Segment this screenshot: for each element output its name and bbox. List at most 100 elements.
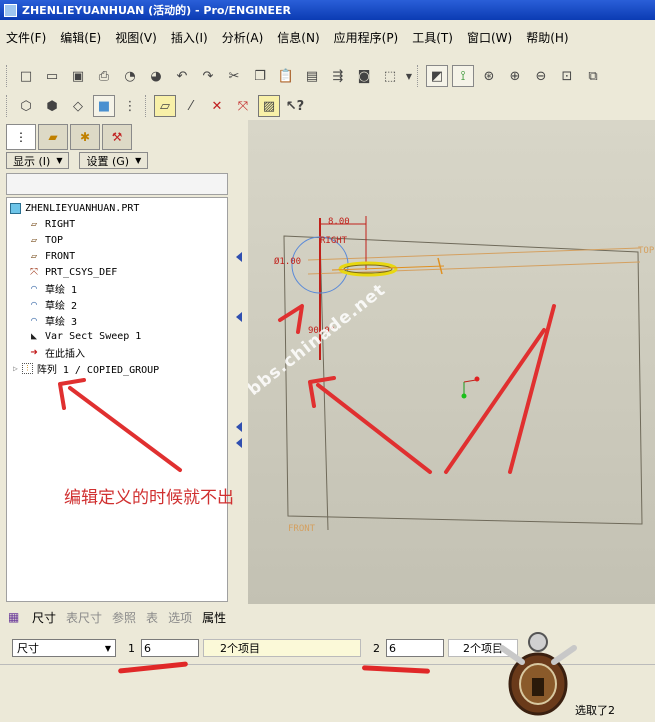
zoom-in-icon[interactable]: ⊕ <box>504 65 526 87</box>
menu-view[interactable]: 视图(V) <box>115 29 157 46</box>
tree-item-sketch-2[interactable]: ⌒ 草绘 2 <box>7 296 227 312</box>
hidden-line-icon[interactable]: ⬢ <box>41 95 63 117</box>
menu-edit[interactable]: 编辑(E) <box>60 29 101 46</box>
menu-tools[interactable]: 工具(T) <box>412 29 453 46</box>
cut-icon[interactable]: ✂ <box>223 65 245 87</box>
paste-icon[interactable]: 📋 <box>275 65 297 87</box>
tab-references[interactable]: 参照 <box>112 609 136 626</box>
tree-item-sketch-3[interactable]: ⌒ 草绘 3 <box>7 312 227 328</box>
email-icon[interactable]: ◕ <box>145 65 167 87</box>
select-box-icon[interactable]: ⬚ <box>379 65 401 87</box>
dimension-diameter[interactable]: Ø1.00 <box>274 257 301 267</box>
coordinate-systems-icon[interactable]: ⤧ <box>232 95 254 117</box>
menu-info[interactable]: 信息(N) <box>277 29 319 46</box>
datum-label-top: TOP <box>638 246 655 256</box>
open-icon[interactable]: ▭ <box>41 65 63 87</box>
tree-item-pattern[interactable]: ▷ ⋮ 阵列 1 / COPIED_GROUP <box>7 360 227 376</box>
tree-filter-box[interactable] <box>6 173 228 195</box>
reorient-icon[interactable]: ⧉ <box>582 65 604 87</box>
datum-planes-icon[interactable]: ▱ <box>154 95 176 117</box>
tree-item-label: TOP <box>45 234 64 246</box>
tab-connections[interactable]: ⚒ <box>102 124 132 150</box>
chevron-down-icon: ▼ <box>56 156 63 165</box>
direction-2-index: 2 <box>373 641 380 655</box>
tab-options[interactable]: 选项 <box>168 609 192 626</box>
dropdown-icon[interactable]: ▼ <box>405 65 413 87</box>
tree-item-sketch-1[interactable]: ⌒ 草绘 1 <box>7 280 227 296</box>
menu-applications[interactable]: 应用程序(P) <box>334 29 399 46</box>
save-icon[interactable]: ▣ <box>67 65 89 87</box>
new-file-icon[interactable]: □ <box>15 65 37 87</box>
tree-item-csys[interactable]: ⤧ PRT_CSYS_DEF <box>7 264 227 280</box>
tree-item-top[interactable]: ▱ TOP <box>7 232 227 248</box>
direction-1-count-input[interactable]: 6 <box>141 639 199 657</box>
tree-item-part[interactable]: ZHENLIEYUANHUAN.PRT <box>7 200 227 216</box>
pattern-type-select[interactable]: 尺寸 ▼ <box>12 639 116 657</box>
graphics-window[interactable]: 8.00 Ø1.00 90.0° RIGHT TOP FRONT bbs.chi… <box>248 120 655 604</box>
panel-button-row: 显示 (I) ▼ 设置 (G) ▼ <box>6 152 149 169</box>
wireframe-icon[interactable]: ⬡ <box>15 95 37 117</box>
refit-icon[interactable]: ⊡ <box>556 65 578 87</box>
expand-arrow-icon[interactable]: ▷ <box>13 364 18 373</box>
display-button-label: 显示 (I) <box>13 154 51 168</box>
datum-display-icon[interactable]: ⟟ <box>452 65 474 87</box>
regenerate-icon[interactable]: ⇶ <box>327 65 349 87</box>
direction-2-count-input[interactable]: 6 <box>386 639 444 657</box>
undo-icon[interactable]: ↶ <box>171 65 193 87</box>
tree-item-front[interactable]: ▱ FRONT <box>7 248 227 264</box>
tree-item-label: PRT_CSYS_DEF <box>45 266 118 278</box>
menu-bar: 文件(F) 编辑(E) 视图(V) 插入(I) 分析(A) 信息(N) 应用程序… <box>0 26 655 48</box>
tree-item-insert-here[interactable]: ➜ 在此插入 <box>7 344 227 360</box>
datum-label-right: RIGHT <box>320 236 348 246</box>
find-icon[interactable]: ◙ <box>353 65 375 87</box>
tab-favorites[interactable]: ✱ <box>70 124 100 150</box>
redo-icon[interactable]: ↷ <box>197 65 219 87</box>
sketch-view-icon[interactable]: ◩ <box>426 65 448 87</box>
window-title: ZHENLIEYUANHUAN (活动的) - Pro/ENGINEER <box>22 4 292 17</box>
main-toolbar: □ ▭ ▣ ⎙ ◔ ◕ ↶ ↷ ✂ ❐ 📋 ▤ ⇶ ◙ ⬚ ▼ ◩ ⟟ ⊛ ⊕ … <box>0 62 655 90</box>
whats-this-icon[interactable]: ↖? <box>284 95 306 117</box>
annotation-icon[interactable]: ▨ <box>258 95 280 117</box>
menu-analysis[interactable]: 分析(A) <box>222 29 264 46</box>
tab-table-dimensions[interactable]: 表尺寸 <box>66 609 102 626</box>
pattern-icon: ⋮ <box>21 362 33 374</box>
tree-item-right[interactable]: ▱ RIGHT <box>7 216 227 232</box>
spin-center-icon[interactable]: ⊛ <box>478 65 500 87</box>
toolbar-grip <box>6 95 9 117</box>
tab-folder-browser[interactable]: ▰ <box>38 124 68 150</box>
menu-insert[interactable]: 插入(I) <box>171 29 208 46</box>
insert-here-icon: ➜ <box>30 345 38 359</box>
datum-axes-icon[interactable]: ⁄ <box>180 95 202 117</box>
copy-icon[interactable]: ❐ <box>249 65 271 87</box>
tree-item-sweep[interactable]: ◣ Var Sect Sweep 1 <box>7 328 227 344</box>
model-tree-icon[interactable]: ⋮ <box>119 95 141 117</box>
direction-1-index: 1 <box>128 641 135 655</box>
menu-window[interactable]: 窗口(W) <box>467 29 512 46</box>
display-button[interactable]: 显示 (I) ▼ <box>6 152 70 169</box>
csys-icon: ⤧ <box>30 266 38 278</box>
view-toolbar: ⬡ ⬢ ◇ ■ ⋮ ▱ ⁄ ✕ ⤧ ▨ ↖? <box>0 92 655 120</box>
tab-table[interactable]: 表 <box>146 609 158 626</box>
tab-dimensions[interactable]: 尺寸 <box>32 609 56 626</box>
zoom-out-icon[interactable]: ⊖ <box>530 65 552 87</box>
settings-button-label: 设置 (G) <box>86 154 130 168</box>
tree-item-label: Var Sect Sweep 1 <box>45 330 142 342</box>
print-icon[interactable]: ⎙ <box>93 65 115 87</box>
paste-special-icon[interactable]: ▤ <box>301 65 323 87</box>
sketch-icon: ⌒ <box>30 298 38 310</box>
tab-properties[interactable]: 属性 <box>202 609 226 626</box>
tab-model-tree[interactable]: ⋮ <box>6 124 36 150</box>
menu-help[interactable]: 帮助(H) <box>526 29 568 46</box>
settings-button[interactable]: 设置 (G) ▼ <box>79 152 149 169</box>
dimension-8[interactable]: 8.00 <box>328 217 350 227</box>
menu-file[interactable]: 文件(F) <box>6 29 46 46</box>
shading-icon[interactable]: ■ <box>93 95 115 117</box>
title-bar: ZHENLIEYUANHUAN (活动的) - Pro/ENGINEER <box>0 0 655 20</box>
no-hidden-icon[interactable]: ◇ <box>67 95 89 117</box>
dimension-grid-icon: ▦ <box>8 610 20 624</box>
model-tree: ZHENLIEYUANHUAN.PRT ▱ RIGHT ▱ TOP ▱ FRON… <box>6 197 228 602</box>
direction-1-items-box[interactable]: 2个项目 <box>203 639 361 657</box>
datum-points-icon[interactable]: ✕ <box>206 95 228 117</box>
send-icon[interactable]: ◔ <box>119 65 141 87</box>
panel-splitter[interactable] <box>236 120 248 604</box>
